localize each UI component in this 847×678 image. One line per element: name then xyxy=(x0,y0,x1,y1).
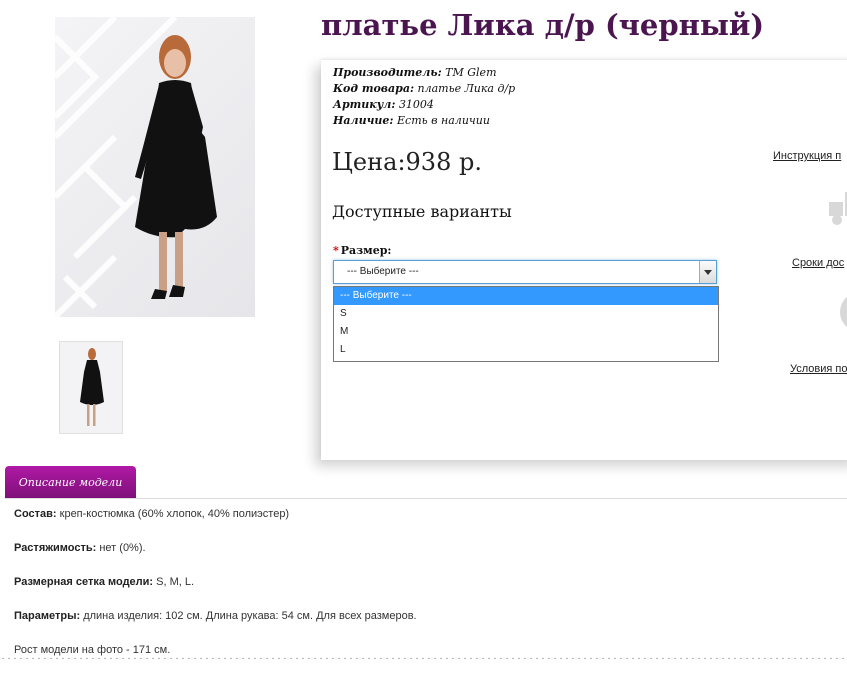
tab-description[interactable]: Описание модели xyxy=(5,466,136,499)
size-option[interactable]: L xyxy=(334,341,718,359)
product-info-panel: Производитель: ТМ Glem Код товара: плать… xyxy=(321,60,847,460)
meta-product-code: Код товара: платье Лика д/р xyxy=(333,82,516,95)
manufacturer-link[interactable]: ТМ Glem xyxy=(445,66,496,79)
delivery-block xyxy=(802,186,847,235)
product-main-image[interactable] xyxy=(55,17,255,317)
required-asterisk: * xyxy=(333,244,339,257)
truck-icon xyxy=(829,192,847,225)
product-meta: Производитель: ТМ Glem Код товара: плать… xyxy=(333,65,515,129)
delivery-link[interactable]: Сроки дос xyxy=(792,257,844,269)
meta-manufacturer: Производитель: ТМ Glem xyxy=(333,66,497,79)
size-option[interactable]: M xyxy=(334,323,718,341)
instruction-link[interactable]: Инструкция п xyxy=(773,150,841,162)
instruction-block xyxy=(807,74,847,123)
size-select-value: --- Выберите --- xyxy=(347,266,419,277)
desc-line: Рост модели на фото - 171 см. xyxy=(14,644,171,656)
size-option[interactable]: --- Выберите --- xyxy=(334,287,718,305)
chevron-down-icon[interactable] xyxy=(699,261,716,283)
desc-line: Растяжимость: нет (0%). xyxy=(14,542,146,554)
info-icon xyxy=(835,74,847,118)
desc-line: Состав: креп-костюмка (60% хлопок, 40% п… xyxy=(14,508,290,520)
question-icon: ? xyxy=(840,296,847,328)
description-content: Состав: креп-костюмка (60% хлопок, 40% п… xyxy=(14,508,417,678)
tab-divider xyxy=(5,498,847,499)
background-lattice xyxy=(55,17,217,317)
conditions-block: ? xyxy=(802,290,847,339)
variants-heading: Доступные варианты xyxy=(332,202,512,221)
size-option[interactable]: S xyxy=(334,305,718,323)
conditions-link[interactable]: Условия по xyxy=(790,363,847,375)
page-title: платье Лика д/р (черный) xyxy=(321,8,765,42)
desc-line: Параметры: длина изделия: 102 см. Длина … xyxy=(14,610,417,622)
meta-availability: Наличие: Есть в наличии xyxy=(333,114,490,127)
size-label: * Размер: xyxy=(333,244,392,257)
product-price: Цена:938 р. xyxy=(332,148,482,176)
product-thumbnail[interactable] xyxy=(59,341,123,434)
size-select[interactable]: --- Выберите --- xyxy=(333,260,717,284)
desc-line: Размерная сетка модели: S, M, L. xyxy=(14,576,195,588)
dotted-separator xyxy=(0,656,847,661)
thumbnail-image xyxy=(80,348,104,426)
meta-article: Артикул: 31004 xyxy=(333,98,434,111)
size-dropdown-list: --- Выберите --- S M L xyxy=(333,286,719,362)
